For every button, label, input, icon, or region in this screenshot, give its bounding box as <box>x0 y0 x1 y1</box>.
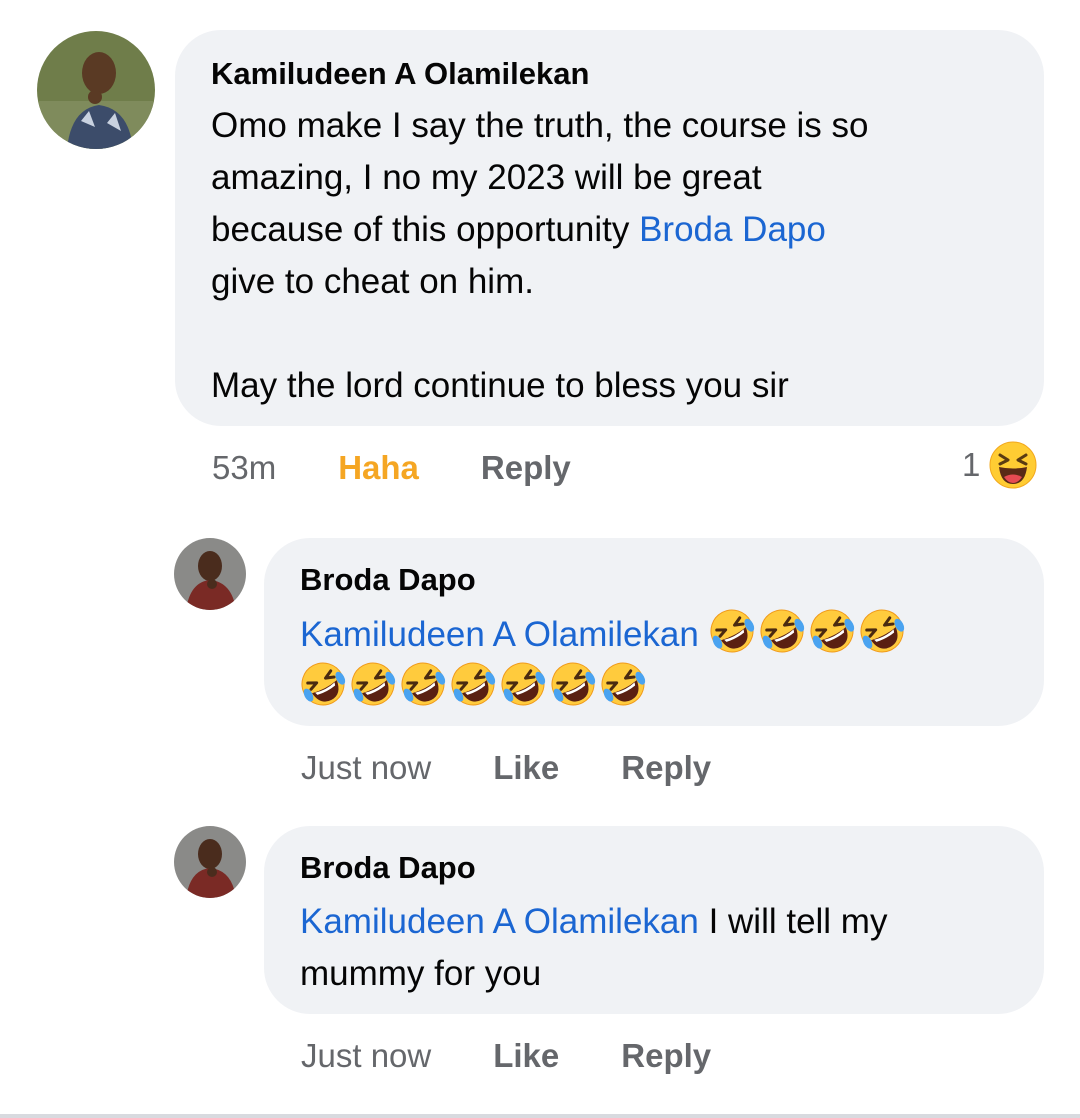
reply-bubble: Broda Dapo Kamiludeen A Olamilekan I wil… <box>264 826 1044 1014</box>
reply-timestamp[interactable]: Just now <box>301 1037 431 1075</box>
reply-text-part: I will tell my <box>698 902 888 941</box>
reply-line-1: Kamiludeen A Olamilekan <box>300 608 1008 661</box>
reply-author[interactable]: Broda Dapo <box>300 560 1008 600</box>
rolling-on-floor-laughing-icon <box>301 662 346 706</box>
laughing-squinting-face-icon <box>989 441 1037 489</box>
rolling-on-floor-laughing-icon <box>351 662 396 706</box>
rolling-on-floor-laughing-icon <box>401 662 446 706</box>
reaction-count: 1 <box>962 446 981 483</box>
comment-line: amazing, I no my 2023 will be great <box>211 158 762 197</box>
reply-bubble: Broda Dapo Kamiludeen A Olamilekan <box>264 538 1044 726</box>
rolling-on-floor-laughing-icon <box>860 609 904 653</box>
comment-line: Omo make I say the truth, the course is … <box>211 106 869 145</box>
rolling-on-floor-laughing-icon <box>710 609 754 653</box>
comment-line-text: because of this opportunity <box>211 210 640 249</box>
emoji-group <box>300 661 1008 714</box>
reply-button[interactable]: Reply <box>621 749 711 787</box>
comment-thread: Kamiludeen A Olamilekan Omo make I say t… <box>0 0 1080 1118</box>
rolling-on-floor-laughing-icon <box>451 662 496 706</box>
reply-button[interactable]: Reply <box>621 1037 711 1075</box>
reply-author[interactable]: Broda Dapo <box>300 848 1008 888</box>
comment-bubble: Kamiludeen A Olamilekan Omo make I say t… <box>175 30 1044 426</box>
reply-author-avatar[interactable] <box>174 538 246 610</box>
rolling-on-floor-laughing-icon <box>601 662 646 706</box>
comment-text: Omo make I say the truth, the course is … <box>211 100 1008 412</box>
reply-button[interactable]: Reply <box>481 449 571 487</box>
reply-actions: Just now Like Reply <box>301 748 711 788</box>
commenter-avatar[interactable] <box>37 31 155 149</box>
comment-line: give to cheat on him. <box>211 262 534 301</box>
reply-text: Kamiludeen A Olamilekan I will tell my m… <box>300 896 1008 1000</box>
reply-author-avatar[interactable] <box>174 826 246 898</box>
comment-line: because of this opportunity Broda Dapo <box>211 204 1008 256</box>
comment-line <box>211 308 1008 360</box>
divider <box>0 1114 1080 1118</box>
mention-link[interactable]: Kamiludeen A Olamilekan <box>300 615 699 654</box>
reply-text: Kamiludeen A Olamilekan <box>300 608 1008 714</box>
comment-actions: 53m Haha Reply <box>212 448 571 488</box>
mention-link[interactable]: Broda Dapo <box>639 210 826 249</box>
emoji-group <box>709 609 909 654</box>
like-button[interactable]: Like <box>493 749 559 787</box>
reaction-summary[interactable]: 1 <box>962 440 1038 490</box>
comment-line: May the lord continue to bless you sir <box>211 366 789 405</box>
reply-line-1: Kamiludeen A Olamilekan I will tell my <box>300 896 1008 948</box>
comment-author[interactable]: Kamiludeen A Olamilekan <box>211 54 1008 94</box>
rolling-on-floor-laughing-icon <box>810 609 854 653</box>
reply-actions: Just now Like Reply <box>301 1036 711 1076</box>
rolling-on-floor-laughing-icon <box>760 609 804 653</box>
mention-link[interactable]: Kamiludeen A Olamilekan <box>300 902 699 941</box>
reaction-haha-button[interactable]: Haha <box>338 449 419 487</box>
like-button[interactable]: Like <box>493 1037 559 1075</box>
reply-timestamp[interactable]: Just now <box>301 749 431 787</box>
rolling-on-floor-laughing-icon <box>551 662 596 706</box>
comment-timestamp[interactable]: 53m <box>212 449 276 487</box>
rolling-on-floor-laughing-icon <box>501 662 546 706</box>
reply-line-2: mummy for you <box>300 954 542 993</box>
